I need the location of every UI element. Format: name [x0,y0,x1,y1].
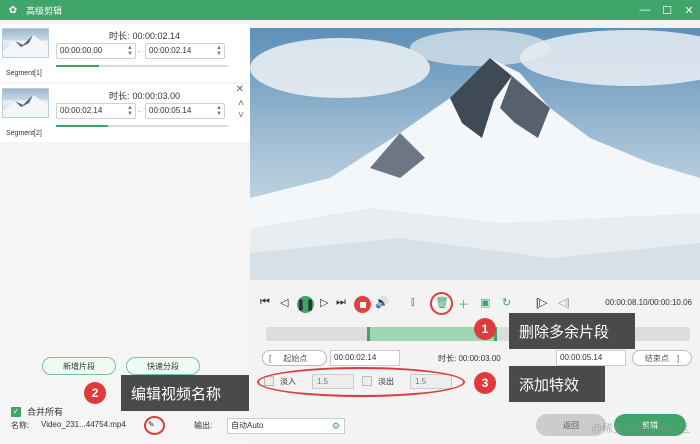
callout-delete-segments: 删除多余片段 [509,313,635,349]
spinner-icon[interactable]: ▲ ▼ [127,105,133,117]
video-name: Video_231...44754.mp4 [41,420,126,429]
pause-button[interactable]: ❚❚ [296,296,315,313]
segment-progress-track [56,125,228,127]
mountain-scene [250,28,700,280]
trim-row: [起始点 00:00:02.14 时长: 00:00:03.00 00:00:0… [262,350,692,366]
step-back-icon[interactable]: ◁ [280,296,288,309]
bracket-left-icon: [ [269,353,272,363]
title-bar: ✿ 高级剪辑 — ☐ ✕ [0,0,700,20]
callout-badge-2: 2 [84,382,106,404]
trim-start-input[interactable]: 00:00:02.14 [330,350,400,366]
spinner-icon[interactable]: ▲ ▼ [216,105,222,117]
app-logo-icon: ✿ [8,4,18,16]
callout-add-effects: 添加特效 [509,366,605,402]
effects-highlight-ring [257,367,465,397]
bracket-right-icon: ] [676,353,680,363]
output-select[interactable]: 自动Auto ⚙ [227,418,345,434]
segment-progress-fill [56,65,99,67]
trim-end-input[interactable]: 00:00:05.14 [556,350,626,366]
segment-start-input[interactable]: 00:00:00.00 ▲ ▼ [56,43,136,59]
video-preview[interactable] [250,28,700,280]
set-start-button[interactable]: [起始点 [262,350,327,366]
playback-time: 00:00:08.10/00:00:10.06 [605,298,692,307]
callout-badge-3: 3 [474,372,496,394]
range-separator: - [138,107,141,116]
delete-highlight-ring [430,292,453,315]
watermark: @稀土掘金技术社区 [590,423,690,435]
maximize-button[interactable]: ☐ [656,0,678,20]
segment-end-input[interactable]: 00:00:05.14 ▲ ▼ [145,103,225,119]
chevron-up-icon[interactable]: ˄ [238,98,244,109]
segment-progress-track [56,65,228,67]
window-title: 高级剪辑 [26,5,63,16]
spinner-icon[interactable]: ▲ ▼ [216,45,222,57]
name-label: 名称: [11,421,30,430]
gear-icon[interactable]: ⚙ [332,419,340,433]
segment-thumbnail [2,88,49,118]
step-forward-icon[interactable]: ▷ [320,296,328,309]
stop-button[interactable] [354,296,371,313]
copy-icon[interactable]: ▣ [480,296,490,309]
remove-segment-icon[interactable]: ✕ [236,84,244,95]
trim-duration: 时长: 00:00:03.00 [438,354,501,363]
chevron-down-icon[interactable]: ˅ [238,110,244,121]
callout-badge-1: 1 [474,318,496,340]
skip-start-icon[interactable]: ⏮ [260,296,270,309]
segment-duration: 时长: 00:00:03.00 [109,91,181,101]
mark-in-icon[interactable]: [▷ [536,296,548,309]
player-controls: ⏮ ◁ ❚❚ ▷ ⏭ 🔊 ⫾ 🗑 ＋ ▣ ↻ [▷ ◁] 00:00:08.10… [250,294,700,314]
add-segment-button[interactable]: 新增片段 [42,357,116,375]
set-end-button[interactable]: 结束点] [632,350,692,366]
range-separator: - [138,47,141,56]
segment-label: Segment[2] [6,130,42,137]
quick-split-button[interactable]: 快速分段 [126,357,200,375]
segment-end-input[interactable]: 00:00:02.14 ▲ ▼ [145,43,225,59]
segment-item-1[interactable]: Segment[1] 时长: 00:00:02.14 00:00:00.00 ▲ ▼ … [0,24,250,82]
segment-label: Segment[1] [6,70,42,77]
mark-out-icon[interactable]: ◁] [558,296,570,309]
spinner-icon[interactable]: ▲ ▼ [127,45,133,57]
segment-thumbnail [2,28,49,58]
close-button[interactable]: ✕ [678,0,700,20]
minimize-button[interactable]: — [634,0,656,20]
edit-name-highlight-ring [144,416,165,435]
reset-icon[interactable]: ↻ [502,296,511,309]
segment-progress-fill [56,125,108,127]
segment-start-input[interactable]: 00:00:02.14 ▲ ▼ [56,103,136,119]
segment-duration: 时长: 00:00:02.14 [109,31,181,41]
volume-icon[interactable]: 🔊 [375,296,389,309]
add-icon[interactable]: ＋ [458,296,469,312]
output-label: 输出: [194,421,213,430]
segment-item-2[interactable]: Segment[2] 时长: 00:00:03.00 00:00:02.14 ▲ ▼ … [0,84,250,142]
callout-edit-name: 编辑视频名称 [121,375,249,411]
skip-end-icon[interactable]: ⏭ [336,296,346,309]
split-icon[interactable]: ⫾ [411,296,415,309]
